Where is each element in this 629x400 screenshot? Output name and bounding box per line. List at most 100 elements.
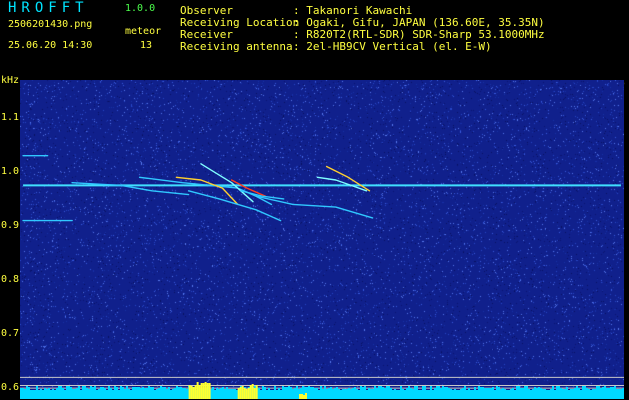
activity-bar: [378, 386, 380, 392]
activity-bar: [98, 389, 100, 392]
activity-bar: [418, 390, 420, 392]
activity-bar: [482, 387, 484, 392]
activity-bar: [382, 387, 384, 392]
activity-burst: [204, 382, 207, 399]
activity-bar: [556, 386, 558, 392]
activity-bar: [616, 389, 618, 392]
activity-bar: [338, 389, 340, 392]
activity-bar: [422, 386, 424, 392]
activity-bar: [576, 386, 578, 392]
activity-bar: [64, 390, 66, 392]
activity-burst: [241, 386, 244, 399]
activity-bar: [132, 387, 134, 392]
activity-bar: [524, 386, 526, 392]
y-tick-label: 0.6: [1, 382, 20, 393]
activity-bar: [180, 387, 182, 392]
activity-bar: [456, 390, 458, 392]
activity-bar: [568, 390, 570, 392]
activity-bar: [582, 386, 584, 392]
activity-bar: [452, 390, 454, 392]
activity-bar: [332, 389, 334, 392]
activity-bar: [186, 389, 188, 392]
activity-bar: [560, 388, 562, 392]
activity-bar: [90, 386, 92, 392]
activity-bar: [372, 389, 374, 392]
activity-bar: [92, 387, 94, 392]
activity-bar: [314, 388, 316, 392]
activity-bar: [554, 390, 556, 392]
activity-bar: [216, 388, 218, 392]
activity-bar: [322, 389, 324, 392]
y-tick-label: 1.0: [1, 166, 20, 177]
activity-bar: [362, 387, 364, 392]
activity-bar: [34, 390, 36, 392]
activity-bar: [214, 390, 216, 392]
activity-bar: [562, 389, 564, 392]
activity-bar: [42, 390, 44, 392]
activity-bar: [356, 389, 358, 392]
activity-bar: [298, 389, 300, 392]
activity-bar: [546, 390, 548, 392]
activity-bar: [306, 387, 308, 392]
activity-bar: [326, 389, 328, 392]
activity-burst: [194, 385, 197, 399]
meteor-trace: [255, 195, 374, 219]
activity-bar: [438, 386, 440, 392]
activity-bar: [472, 390, 474, 392]
y-tick-label: 0.7: [1, 328, 20, 339]
activity-bar: [312, 387, 314, 392]
activity-bar: [80, 390, 82, 392]
activity-bar: [344, 389, 346, 392]
activity-bar: [126, 386, 128, 392]
activity-bar: [566, 387, 568, 392]
activity-bar: [152, 387, 154, 392]
activity-bar: [280, 390, 282, 392]
y-tick-label: 0.9: [1, 220, 20, 231]
activity-bar: [470, 390, 472, 392]
activity-bar: [414, 386, 416, 392]
activity-burst: [239, 387, 242, 399]
activity-bar: [146, 388, 148, 392]
activity-bar: [450, 389, 452, 392]
activity-bar: [516, 386, 518, 392]
activity-bar: [266, 390, 268, 392]
activity-bar: [138, 387, 140, 392]
activity-bar: [540, 388, 542, 392]
activity-bar: [222, 387, 224, 392]
activity-burst: [196, 382, 199, 399]
activity-bar: [462, 388, 464, 392]
activity-bar: [464, 386, 466, 392]
activity-bar: [128, 389, 130, 392]
y-tick-label: 1.1: [1, 112, 20, 123]
activity-bar: [182, 388, 184, 392]
activity-bar: [40, 389, 42, 392]
activity-bar: [476, 390, 478, 392]
activity-bar: [534, 387, 536, 392]
activity-bar: [176, 386, 178, 392]
activity-bar: [604, 386, 606, 392]
activity-bar: [550, 389, 552, 392]
activity-bar: [532, 389, 534, 392]
activity-bar: [508, 390, 510, 392]
activity-bar: [296, 386, 298, 392]
activity-bar: [348, 388, 350, 392]
activity-burst: [245, 389, 248, 399]
activity-bar: [28, 387, 30, 392]
activity-bar: [284, 387, 286, 392]
activity-bar: [612, 387, 614, 392]
activity-bar: [490, 388, 492, 392]
activity-burst: [301, 394, 304, 399]
activity-bar: [108, 386, 110, 392]
activity-bar: [168, 387, 170, 392]
activity-burst: [208, 383, 211, 399]
activity-bar: [68, 386, 70, 392]
spectrogram-plot: [20, 80, 624, 399]
activity-bar: [474, 387, 476, 392]
activity-bar: [166, 389, 168, 392]
activity-bar: [436, 386, 438, 392]
activity-bar: [220, 388, 222, 392]
activity-bar: [140, 388, 142, 392]
activity-bar: [488, 388, 490, 392]
activity-bar: [408, 386, 410, 392]
activity-bar: [124, 389, 126, 392]
